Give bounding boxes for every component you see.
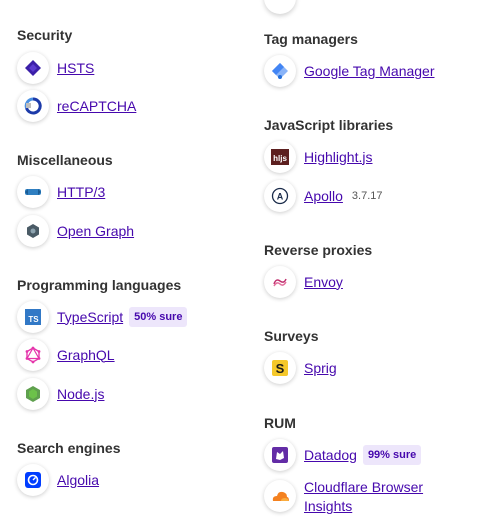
tech-link-graphql[interactable]: GraphQL [57, 346, 115, 365]
tech-item-sprig[interactable]: S Sprig [264, 352, 337, 384]
tech-link-recaptcha[interactable]: reCAPTCHA [57, 97, 136, 116]
tech-link-open-graph[interactable]: Open Graph [57, 222, 134, 241]
nodejs-icon [17, 378, 49, 410]
tech-link-google-tag-manager[interactable]: Google Tag Manager [304, 62, 435, 81]
category-title-tag-managers: Tag managers [264, 31, 358, 47]
partial-tech-card-top [264, 0, 296, 14]
tech-link-sprig[interactable]: Sprig [304, 359, 337, 378]
typescript-icon: TS [17, 301, 49, 333]
tech-item-google-tag-manager[interactable]: Google Tag Manager [264, 55, 435, 87]
tech-item-cloudflare-browser-insights[interactable]: Cloudflare Browser Insights [264, 478, 454, 516]
svg-text:S: S [276, 361, 285, 376]
category-title-javascript-libraries: JavaScript libraries [264, 117, 394, 133]
svg-text:A: A [277, 192, 284, 202]
tech-item-nodejs[interactable]: Node.js [17, 378, 104, 410]
category-title-search-engines: Search engines [17, 440, 121, 456]
svg-text:hljs: hljs [273, 154, 287, 163]
apollo-icon: A [264, 180, 296, 212]
recaptcha-icon [17, 90, 49, 122]
tech-link-apollo[interactable]: Apollo [304, 187, 343, 206]
tech-link-highlightjs[interactable]: Highlight.js [304, 148, 372, 167]
category-title-programming-languages: Programming languages [17, 277, 182, 293]
category-title-security: Security [17, 27, 73, 43]
tech-link-envoy[interactable]: Envoy [304, 273, 343, 292]
algolia-icon [17, 464, 49, 496]
tech-item-recaptcha[interactable]: reCAPTCHA [17, 90, 136, 122]
tech-item-datadog[interactable]: Datadog 99% sure [264, 439, 422, 471]
graphql-icon [17, 339, 49, 371]
confidence-badge: 50% sure [129, 307, 188, 327]
tech-item-hsts[interactable]: HSTS [17, 52, 94, 84]
tech-item-envoy[interactable]: Envoy [264, 266, 343, 298]
category-title-rum: RUM [264, 415, 296, 431]
http3-icon [17, 176, 49, 208]
category-title-miscellaneous: Miscellaneous [17, 152, 113, 168]
tech-item-graphql[interactable]: GraphQL [17, 339, 115, 371]
tech-link-nodejs[interactable]: Node.js [57, 385, 104, 404]
tech-item-http3[interactable]: HTTP/3 [17, 176, 105, 208]
cloudflare-icon [264, 480, 296, 512]
confidence-badge: 99% sure [362, 445, 422, 465]
open-graph-icon [17, 215, 49, 247]
tech-item-typescript[interactable]: TS TypeScript 50% sure [17, 301, 188, 333]
tech-item-open-graph[interactable]: Open Graph [17, 215, 134, 247]
tech-item-apollo[interactable]: A Apollo 3.7.17 [264, 180, 383, 212]
svg-text:TS: TS [28, 315, 39, 324]
google-tag-manager-icon [264, 55, 296, 87]
category-title-surveys: Surveys [264, 328, 319, 344]
tech-link-cloudflare-browser-insights[interactable]: Cloudflare Browser Insights [304, 478, 454, 516]
tech-item-highlightjs[interactable]: hljs Highlight.js [264, 141, 372, 173]
sprig-icon: S [264, 352, 296, 384]
version-label: 3.7.17 [351, 190, 383, 202]
tech-link-typescript[interactable]: TypeScript [57, 308, 123, 327]
tech-link-datadog[interactable]: Datadog [304, 446, 357, 465]
tech-link-algolia[interactable]: Algolia [57, 471, 99, 490]
hsts-icon [17, 52, 49, 84]
envoy-icon [264, 266, 296, 298]
tech-link-hsts[interactable]: HSTS [57, 59, 94, 78]
category-title-reverse-proxies: Reverse proxies [264, 242, 373, 258]
tech-link-http3[interactable]: HTTP/3 [57, 183, 105, 202]
tech-item-algolia[interactable]: Algolia [17, 464, 99, 496]
highlightjs-icon: hljs [264, 141, 296, 173]
datadog-icon [264, 439, 296, 471]
